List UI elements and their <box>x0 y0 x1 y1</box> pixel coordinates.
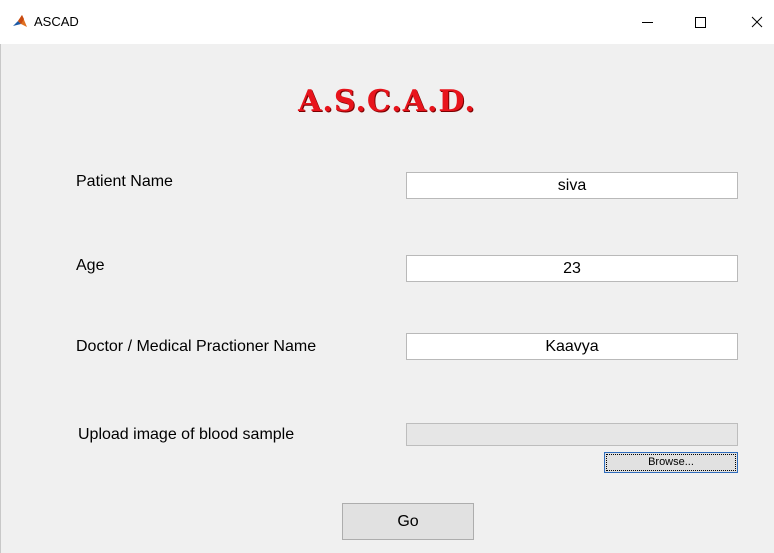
minimize-button[interactable] <box>636 10 660 34</box>
age-field[interactable]: 23 <box>406 255 738 282</box>
close-icon <box>751 16 763 28</box>
browse-button[interactable]: Browse... <box>604 452 738 473</box>
app-window: ASCAD A.S.C.A.D. Patient Name siva Age 2… <box>0 0 774 553</box>
maximize-icon <box>695 17 706 28</box>
patient-name-field[interactable]: siva <box>406 172 738 199</box>
matlab-icon <box>12 13 28 29</box>
title-bar: ASCAD <box>0 0 774 44</box>
maximize-button[interactable] <box>688 10 712 34</box>
upload-label: Upload image of blood sample <box>78 426 295 443</box>
go-button[interactable]: Go <box>342 503 474 540</box>
app-heading: A.S.C.A.D. <box>298 84 476 119</box>
minimize-icon <box>642 22 653 23</box>
doctor-name-field[interactable]: Kaavya <box>406 333 738 360</box>
close-button[interactable] <box>745 10 769 34</box>
doctor-name-label: Doctor / Medical Practioner Name <box>76 338 317 355</box>
patient-name-label: Patient Name <box>76 173 173 190</box>
age-label: Age <box>76 257 105 274</box>
window-border <box>0 44 1 553</box>
window-title: ASCAD <box>34 14 79 29</box>
upload-path-field <box>406 423 738 446</box>
